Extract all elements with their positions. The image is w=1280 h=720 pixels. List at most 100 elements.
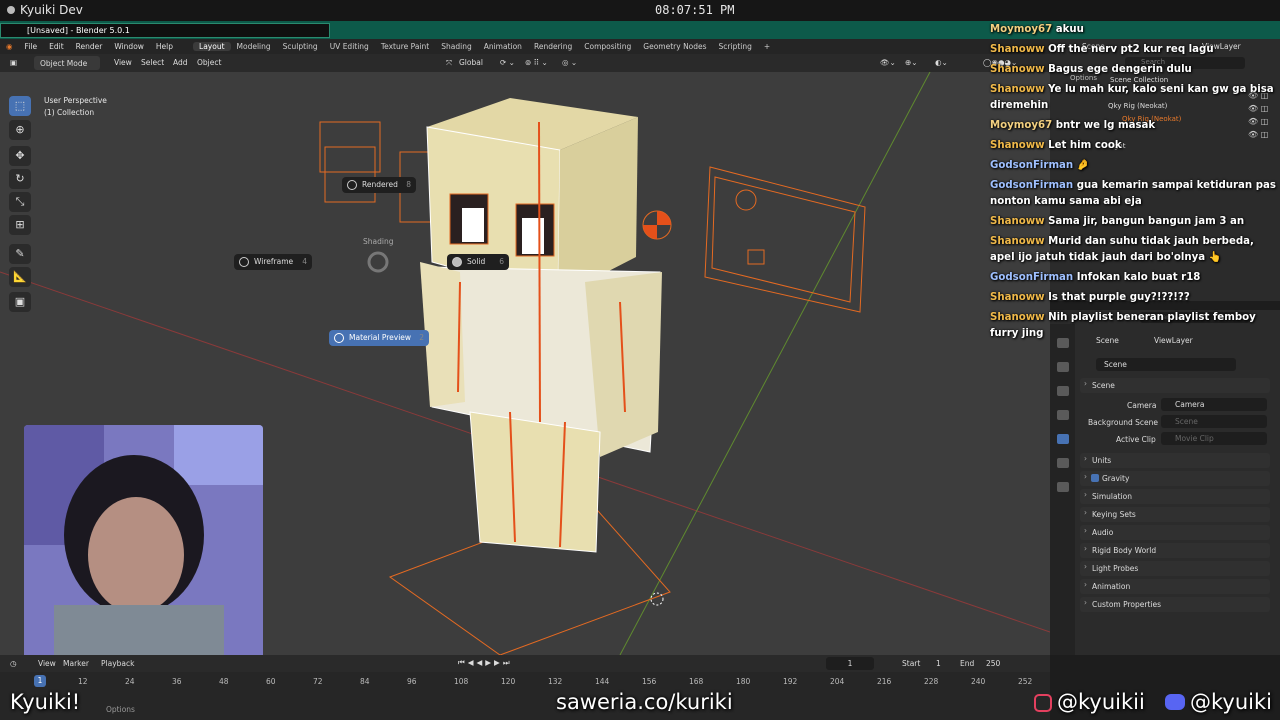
section-light-probes[interactable]: Light Probes [1080,561,1270,576]
camera-field[interactable]: Camera [1161,398,1267,411]
rendered-icon [347,180,357,190]
tab-geometry-nodes[interactable]: Geometry Nodes [637,42,712,51]
add-cube-tool-icon[interactable]: ▣ [9,292,31,312]
menu-file[interactable]: File [19,42,44,51]
scene-tab-icon [1056,434,1069,444]
shading-rendered-button[interactable]: Rendered 8 [342,177,416,193]
move-tool-icon[interactable]: ✥ [9,146,31,166]
section-custom-properties[interactable]: Custom Properties [1080,597,1270,612]
object-menu[interactable]: Object [197,58,221,67]
section-keying-sets[interactable]: Keying Sets [1080,507,1270,522]
tab-shading[interactable]: Shading [435,42,477,51]
select-menu[interactable]: Select [141,58,164,67]
chat-message: Shanoww Sama jir, bangun bangun jam 3 an [990,214,1280,230]
tab-animation[interactable]: Animation [478,42,528,51]
chat-message: GodsonFirman Infokan kalo buat r18 [990,270,1280,286]
timeline-tick-label: 120 [501,677,516,686]
timeline-marker-menu[interactable]: Marker [63,659,89,668]
section-gravity[interactable]: Gravity [1080,471,1270,486]
chat-username: Shanoww [990,64,1045,75]
material-preview-shortcut: 2 [419,333,424,342]
timeline-options[interactable]: Options [106,705,135,714]
pie-menu-title: Shading [363,237,394,246]
gizmo-icon[interactable]: ⊕⌄ [905,58,918,67]
timeline-playback-menu[interactable]: Playback [101,659,134,668]
timeline-editor-icon[interactable]: ◷ [10,659,17,668]
active-clip-field[interactable]: Movie Clip [1161,432,1267,445]
add-workspace-button[interactable]: + [758,42,776,51]
menu-edit[interactable]: Edit [43,42,70,51]
timeline-cursor[interactable]: 1 [34,675,46,687]
os-menu-icon[interactable] [7,6,15,14]
chat-username: GodsonFirman [990,272,1074,283]
y-axis-line [619,72,931,655]
timeline-tick-label: 228 [924,677,939,686]
visibility-icon[interactable]: 👁⌄ [880,58,896,67]
view-menu[interactable]: View [114,58,132,67]
shading-material-preview-button[interactable]: Material Preview 2 [329,330,429,346]
section-audio[interactable]: Audio [1080,525,1270,540]
timeline-view-menu[interactable]: View [38,659,56,668]
measure-tool-icon[interactable]: 📐 [9,267,31,287]
tab-compositing[interactable]: Compositing [578,42,637,51]
section-animation[interactable]: Animation [1080,579,1270,594]
pivot-icon[interactable]: ⟳ ⌄ [500,58,515,67]
add-menu[interactable]: Add [173,58,188,67]
chat-text: Let him cook [1048,140,1122,151]
start-frame-field[interactable]: 1 [936,659,941,668]
tab-texture-paint[interactable]: Texture Paint [375,42,435,51]
end-frame-field[interactable]: 250 [986,659,1000,668]
scene-name-field[interactable]: Scene [1096,358,1236,371]
tab-layout[interactable]: Layout [193,42,231,51]
properties-tabs[interactable] [1050,324,1075,655]
section-simulation[interactable]: Simulation [1080,489,1270,504]
section-units[interactable]: Units [1080,453,1270,468]
chat-text: Is that purple guy?!??!?? [1048,292,1190,303]
timeline-tick-label: 168 [689,677,704,686]
chat-text: Bagus ege dengerin dulu [1048,64,1192,75]
menu-render[interactable]: Render [70,42,109,51]
orientation-dropdown[interactable]: Global [459,58,483,67]
current-frame-field[interactable]: 1 [826,657,874,670]
menu-window[interactable]: Window [108,42,150,51]
blender-menu-icon[interactable]: ◉ [0,42,19,51]
timeline-tick-label: 60 [266,677,276,686]
solid-icon [452,257,462,267]
rig-control-box [324,146,376,203]
select-tool-icon[interactable]: ⬚ [9,96,31,116]
scale-tool-icon[interactable]: ⤡ [9,192,31,212]
annotate-tool-icon[interactable]: ✎ [9,244,31,264]
gravity-checkbox[interactable] [1091,474,1099,482]
shading-wireframe-button[interactable]: Wireframe 4 [234,254,312,270]
snap-icon[interactable]: ⊚ ⠿ ⌄ [525,58,548,67]
chat-username: Shanoww [990,292,1045,303]
proportional-icon[interactable]: ◎ ⌄ [562,58,577,67]
playback-controls[interactable]: ⏮◀◀▶▶⏭ [458,658,513,668]
tab-sculpting[interactable]: Sculpting [277,42,324,51]
editor-type-icon[interactable]: ▣ [10,58,17,67]
cursor-tool-icon[interactable]: ⊕ [9,120,31,140]
tab-scripting[interactable]: Scripting [713,42,758,51]
section-scene[interactable]: Scene [1080,378,1270,393]
mode-dropdown[interactable]: Object Mode [34,56,100,70]
timeline-tick-label: 240 [971,677,986,686]
section-rigid-body-world[interactable]: Rigid Body World [1080,543,1270,558]
viewport-perspective-label: User Perspective [44,96,107,105]
background-scene-field[interactable]: Scene [1161,415,1267,428]
menu-help[interactable]: Help [150,42,179,51]
shading-solid-button[interactable]: Solid 6 [447,254,509,270]
discord-icon [1165,694,1185,710]
chat-text: 🤌 [1076,160,1090,171]
live-chat-overlay: Moymoy67 akuu Shanoww Off the nerv pt2 ku… [990,22,1280,352]
tab-modeling[interactable]: Modeling [231,42,277,51]
timeline-scrubber[interactable]: 1 12 24 36 48 60 72 84 96 108 120 132 144 156 168 180 1… [0,672,1050,720]
rig-bone [538,121,541,423]
overlay-icon[interactable]: ◐⌄ [935,58,948,67]
rotate-tool-icon[interactable]: ↻ [9,169,31,189]
tab-rendering[interactable]: Rendering [528,42,578,51]
transform-tool-icon[interactable]: ⊞ [9,215,31,235]
timeline-header: ◷ View Marker Playback ⏮◀◀▶▶⏭ 1 Start 1 … [0,655,1050,672]
chat-text: Off the nerv pt2 kur req lagu [1048,44,1214,55]
webcam-feed [24,425,263,663]
tab-uv-editing[interactable]: UV Editing [324,42,375,51]
